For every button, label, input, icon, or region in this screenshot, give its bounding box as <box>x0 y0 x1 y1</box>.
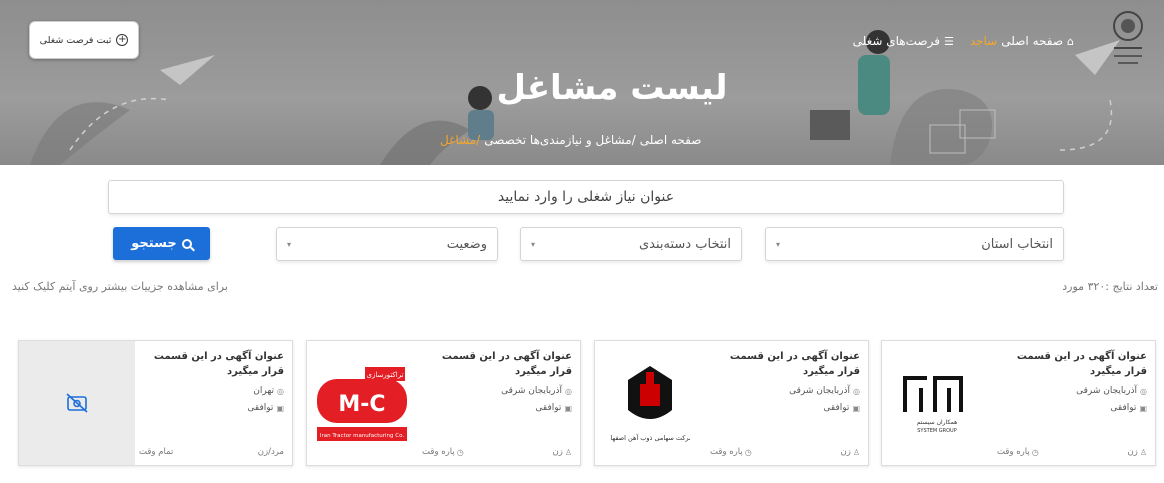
job-card[interactable]: عنوان آگهی در این قسمت قرار میگیرد ◎ آذرب… <box>594 340 869 466</box>
job-title: عنوان آگهی در این قسمت قرار میگیرد <box>729 351 860 377</box>
no-image-icon <box>66 393 88 413</box>
company-logo: شرکت سهامی ذوب آهن اصفهان <box>595 341 705 465</box>
clock-icon: ◷ <box>744 447 752 457</box>
breadcrumb-section[interactable]: /مشاغل و نیازمندی‌ها تخصصی <box>484 133 635 147</box>
main-nav: ⌂ صفحه اصلی ساجد ☰ فرصت‌های شغلی <box>853 34 1074 48</box>
job-card[interactable]: عنوان آگهی در این قسمت قرار میگیرد ◎ آذرب… <box>306 340 581 466</box>
svg-text:همکاران سیستم: همکاران سیستم <box>917 419 958 426</box>
list-icon: ☰ <box>943 34 954 48</box>
hero-banner: ⌂ صفحه اصلی ساجد ☰ فرصت‌های شغلی + ثبت ف… <box>0 0 1164 165</box>
company-logo: همکاران سیستم SYSTEM GROUP <box>882 341 992 465</box>
salary-icon: ▣ <box>276 403 284 413</box>
post-job-button[interactable]: + ثبت فرصت شغلی <box>29 21 139 59</box>
results-count: تعداد نتایج :۳۲۰ مورد <box>1062 280 1158 293</box>
home-icon: ⌂ <box>1067 34 1074 48</box>
svg-text:شرکت سهامی ذوب آهن اصفهان: شرکت سهامی ذوب آهن اصفهان <box>610 433 690 442</box>
company-logo-placeholder <box>19 341 135 465</box>
gender-icon: ♙ <box>852 447 860 457</box>
click-hint: برای مشاهده جزییات بیشتر روی آیتم کلیک ک… <box>12 280 228 293</box>
page-title: لیست مشاغل <box>496 68 728 108</box>
salary-icon: ▣ <box>852 403 860 413</box>
category-select[interactable]: انتخاب دسته‌بندی ▾ <box>520 227 742 261</box>
svg-text:M-C: M-C <box>338 392 385 417</box>
search-field-wrapper <box>108 180 1064 214</box>
gender-icon: ♙ <box>564 447 572 457</box>
isfahan-steel-logo-icon: شرکت سهامی ذوب آهن اصفهان <box>610 366 690 442</box>
search-button[interactable]: جستجو <box>113 227 210 260</box>
location-icon: ◎ <box>565 386 572 396</box>
dropdown-arrow-icon: ▾ <box>776 239 781 249</box>
dropdown-arrow-icon: ▾ <box>287 239 292 249</box>
province-select[interactable]: انتخاب استان ▾ <box>765 227 1064 261</box>
svg-text:تراکتورسازی: تراکتورسازی <box>366 371 403 379</box>
company-logo: تراکتورسازی M-C Iran Tractor manufacturi… <box>307 341 417 465</box>
job-title: عنوان آگهی در این قسمت قرار میگیرد <box>153 351 284 377</box>
breadcrumb-current: /مشاغل <box>440 133 481 147</box>
job-title: عنوان آگهی در این قسمت قرار میگیرد <box>1016 351 1147 377</box>
svg-text:SYSTEM GROUP: SYSTEM GROUP <box>917 428 956 434</box>
salary-icon: ▣ <box>564 403 572 413</box>
clock-icon: ◷ <box>1031 447 1039 457</box>
location-icon: ◎ <box>277 386 284 396</box>
site-logo[interactable] <box>1106 8 1150 72</box>
breadcrumb: صفحه اصلی /مشاغل و نیازمندی‌ها تخصصی /مش… <box>440 133 701 147</box>
system-group-logo-icon: همکاران سیستم SYSTEM GROUP <box>903 376 963 434</box>
itmco-logo-icon: تراکتورسازی M-C Iran Tractor manufacturi… <box>313 363 411 443</box>
job-title: عنوان آگهی در این قسمت قرار میگیرد <box>441 351 572 377</box>
search-input[interactable] <box>109 189 1063 205</box>
nav-jobs[interactable]: ☰ فرصت‌های شغلی <box>853 34 954 48</box>
job-card[interactable]: عنوان آگهی در این قسمت قرار میگیرد ◎ تهرا… <box>18 340 293 466</box>
job-card[interactable]: عنوان آگهی در این قسمت قرار میگیرد ◎ آذرب… <box>881 340 1156 466</box>
status-select[interactable]: وضعیت ▾ <box>276 227 498 261</box>
plus-circle-icon: + <box>116 34 129 46</box>
breadcrumb-home[interactable]: صفحه اصلی <box>640 133 702 147</box>
salary-icon: ▣ <box>1139 403 1147 413</box>
location-icon: ◎ <box>853 386 860 396</box>
logo-emblem-icon <box>1113 11 1143 64</box>
dropdown-arrow-icon: ▾ <box>531 239 536 249</box>
nav-home[interactable]: ⌂ صفحه اصلی ساجد <box>970 34 1074 48</box>
search-icon <box>181 238 192 249</box>
svg-text:Iran Tractor manufacturing Co.: Iran Tractor manufacturing Co. <box>320 433 405 439</box>
location-icon: ◎ <box>1140 386 1147 396</box>
gender-icon: ♙ <box>1139 447 1147 457</box>
clock-icon: ◷ <box>456 447 464 457</box>
